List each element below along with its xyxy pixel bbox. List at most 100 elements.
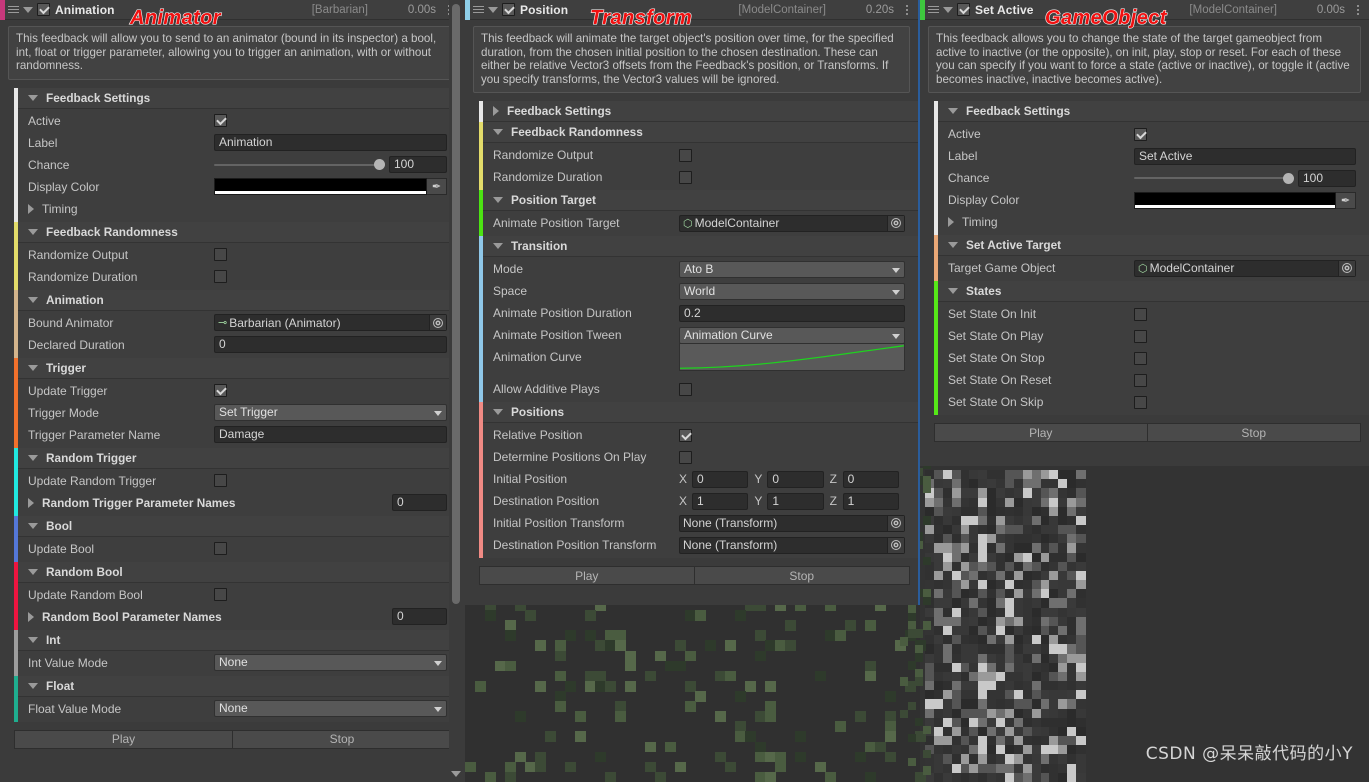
color-swatch[interactable]: [1134, 191, 1336, 209]
stop-button[interactable]: Stop: [1147, 423, 1361, 442]
checkbox-update-trigger[interactable]: [214, 384, 227, 397]
checkbox-randomize-duration[interactable]: [214, 270, 227, 283]
axis-input-y[interactable]: 1: [767, 492, 824, 510]
section-header[interactable]: Int: [14, 629, 460, 651]
color-field-display-color[interactable]: ✒: [1134, 191, 1356, 209]
section-header[interactable]: Transition: [479, 236, 918, 257]
header-foldout-toggle[interactable]: [486, 0, 500, 20]
list-foldout-random-trigger-parameter-names[interactable]: Random Trigger Parameter Names 0: [14, 491, 460, 514]
object-picker-icon[interactable]: [1338, 260, 1355, 276]
dropdown-space[interactable]: World: [679, 282, 905, 300]
text-input-trigger-parameter-name[interactable]: Damage: [214, 426, 447, 443]
object-field-initial-position-transform[interactable]: None (Transform): [679, 514, 905, 532]
feedback-header-transform[interactable]: Position [ModelContainer] 0.20s: [465, 0, 918, 20]
checkbox-randomize-output[interactable]: [214, 248, 227, 261]
eyedropper-icon[interactable]: ✒: [1336, 191, 1356, 209]
list-size-field[interactable]: 0: [392, 608, 447, 625]
section-header[interactable]: Feedback Settings: [14, 87, 460, 109]
object-picker-icon[interactable]: [887, 515, 904, 531]
slider-chance[interactable]: [1134, 170, 1294, 187]
dropdown-mode[interactable]: Ato B: [679, 260, 905, 278]
checkbox-update-random-bool[interactable]: [214, 588, 227, 601]
text-input-label[interactable]: Animation: [214, 134, 447, 151]
section-header[interactable]: Bool: [14, 515, 460, 537]
color-swatch[interactable]: [214, 178, 427, 195]
axis-input-y[interactable]: 0: [767, 470, 824, 488]
left-panel-scrollbar[interactable]: [449, 0, 462, 782]
dropdown-float-value-mode[interactable]: None: [214, 700, 447, 717]
checkbox-relative-position[interactable]: [679, 428, 692, 442]
checkbox-set-state-on-play[interactable]: [1134, 329, 1147, 343]
section-header[interactable]: Float: [14, 675, 460, 697]
slider-knob[interactable]: [374, 159, 385, 170]
text-input-animate-position-duration[interactable]: 0.2: [679, 304, 905, 322]
feedback-header-gameobject[interactable]: Set Active [ModelContainer] 0.00s: [920, 0, 1369, 20]
slider-chance[interactable]: [214, 156, 385, 173]
eyedropper-icon[interactable]: ✒: [427, 178, 447, 195]
section-header[interactable]: Random Bool: [14, 561, 460, 583]
play-button[interactable]: Play: [479, 566, 695, 585]
play-button[interactable]: Play: [934, 423, 1148, 442]
section-header[interactable]: Feedback Randomness: [479, 122, 918, 143]
kebab-menu-icon[interactable]: [901, 3, 913, 17]
slider-value-field[interactable]: 100: [1298, 169, 1356, 187]
checkbox-set-state-on-stop[interactable]: [1134, 351, 1147, 365]
checkbox-active[interactable]: [214, 114, 227, 127]
section-header[interactable]: Random Trigger: [14, 447, 460, 469]
section-header[interactable]: Feedback Settings: [479, 101, 918, 122]
checkbox-set-state-on-init[interactable]: [1134, 307, 1147, 321]
section-header[interactable]: Animation: [14, 289, 460, 311]
text-input-declared-duration[interactable]: 0: [214, 336, 447, 353]
checkbox-active[interactable]: [1134, 127, 1147, 141]
animation-curve-field[interactable]: [679, 343, 905, 371]
checkbox-allow-additive-plays[interactable]: [679, 382, 692, 396]
header-foldout-toggle[interactable]: [941, 0, 955, 20]
checkbox-update-bool[interactable]: [214, 542, 227, 555]
section-header[interactable]: Feedback Randomness: [14, 221, 460, 243]
checkbox-set-state-on-reset[interactable]: [1134, 373, 1147, 387]
list-size-field[interactable]: 0: [392, 494, 447, 511]
object-field-target-game-object[interactable]: ⬡ ModelContainer: [1134, 259, 1356, 277]
object-field-animate-position-target[interactable]: ⬡ ModelContainer: [679, 214, 905, 232]
object-field-destination-position-transform[interactable]: None (Transform): [679, 536, 905, 554]
text-input-label[interactable]: Set Active: [1134, 147, 1356, 165]
foldout-timing[interactable]: Timing: [14, 197, 460, 220]
feedback-enabled-checkbox[interactable]: [37, 3, 50, 16]
section-header[interactable]: Trigger: [14, 357, 460, 379]
section-header[interactable]: States: [934, 281, 1369, 302]
kebab-menu-icon[interactable]: [1352, 3, 1364, 17]
section-header[interactable]: Set Active Target: [934, 235, 1369, 256]
scroll-down-arrow[interactable]: [449, 768, 462, 780]
slider-value-field[interactable]: 100: [389, 156, 447, 173]
section-header[interactable]: Positions: [479, 402, 918, 423]
slider-knob[interactable]: [1283, 172, 1294, 184]
checkbox-randomize-duration[interactable]: [679, 170, 692, 184]
axis-input-x[interactable]: 1: [692, 492, 749, 510]
object-picker-icon[interactable]: [887, 537, 904, 553]
feedback-enabled-checkbox[interactable]: [957, 3, 970, 16]
color-field-display-color[interactable]: ✒: [214, 178, 447, 195]
list-foldout-random-bool-parameter-names[interactable]: Random Bool Parameter Names 0: [14, 605, 460, 628]
axis-input-z[interactable]: 0: [842, 470, 899, 488]
dropdown-int-value-mode[interactable]: None: [214, 654, 447, 671]
drag-handle-icon[interactable]: [925, 0, 941, 20]
checkbox-randomize-output[interactable]: [679, 148, 692, 162]
object-field-bound-animator[interactable]: ⊸ Barbarian (Animator): [214, 314, 447, 331]
object-picker-icon[interactable]: [429, 315, 446, 330]
section-header[interactable]: Position Target: [479, 190, 918, 211]
object-picker-icon[interactable]: [887, 215, 904, 231]
stop-button[interactable]: Stop: [694, 566, 910, 585]
section-header[interactable]: Feedback Settings: [934, 101, 1369, 122]
checkbox-determine-positions-on-play[interactable]: [679, 450, 692, 464]
feedback-header-animator[interactable]: Animation [Barbarian] 0.00s: [0, 0, 460, 20]
checkbox-update-random-trigger[interactable]: [214, 474, 227, 487]
drag-handle-icon[interactable]: [5, 0, 21, 20]
foldout-timing[interactable]: Timing: [934, 211, 1369, 233]
play-button[interactable]: Play: [14, 729, 233, 749]
axis-input-z[interactable]: 1: [842, 492, 899, 510]
dropdown-animate-position-tween[interactable]: Animation Curve: [679, 326, 905, 344]
header-foldout-toggle[interactable]: [21, 0, 35, 20]
drag-handle-icon[interactable]: [470, 0, 486, 20]
axis-input-x[interactable]: 0: [692, 470, 749, 488]
scrollbar-thumb[interactable]: [452, 4, 460, 604]
